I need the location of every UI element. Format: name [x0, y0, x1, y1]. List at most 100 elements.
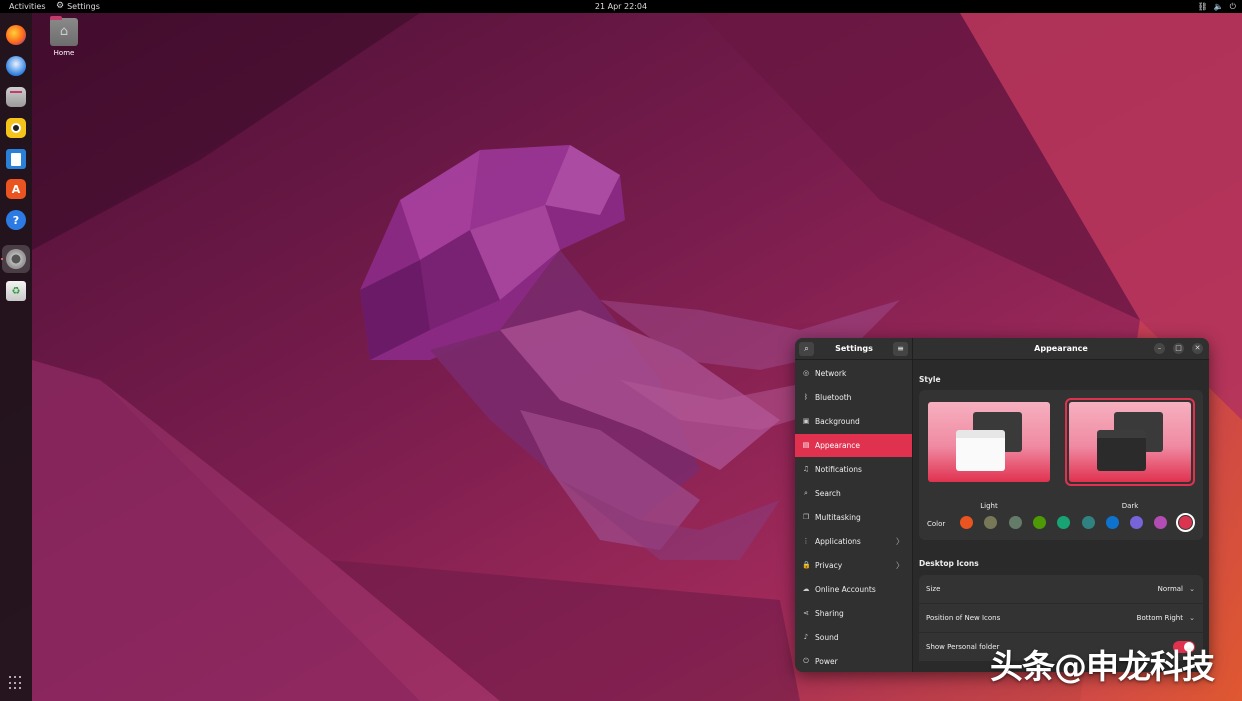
search-button[interactable]: ⌕ — [799, 342, 814, 356]
accent-swatch[interactable] — [984, 516, 998, 529]
settings-sidebar: ⌕ Settings ≡ ◎ Network ᛒ Bluetooth ▣ Backgr… — [795, 338, 913, 672]
rhythmbox-icon[interactable] — [6, 118, 26, 138]
sidebar-header: ⌕ Settings ≡ — [795, 338, 912, 360]
maximize-button[interactable]: □ — [1173, 343, 1184, 354]
writer-icon[interactable] — [6, 149, 26, 169]
sidebar-item-network[interactable]: ◎ Network — [795, 362, 912, 385]
style-section-title: Style — [919, 375, 941, 384]
close-icon: ✕ — [1194, 344, 1201, 352]
software-icon[interactable]: A — [6, 179, 26, 199]
minimize-icon: – — [1157, 344, 1162, 352]
dock: A ? ♻ — [0, 13, 32, 701]
app-menu-label: Settings — [67, 2, 100, 11]
trash-icon[interactable]: ♻ — [6, 281, 26, 301]
sidebar-item-bluetooth[interactable]: ᛒ Bluetooth — [795, 386, 912, 409]
style-dark-preview — [1069, 402, 1191, 482]
sidebar-item-label: Power — [815, 657, 838, 666]
desktop-icons-section-title: Desktop Icons — [919, 559, 979, 568]
sidebar-item-label: Search — [815, 489, 841, 498]
style-dark-option[interactable]: Dark — [1065, 398, 1195, 510]
row-label: Position of New Icons — [926, 614, 1001, 622]
sidebar-item-search[interactable]: ⌕ Search — [795, 482, 912, 505]
sidebar-item-privacy[interactable]: 🔒 Privacy 〉 — [795, 554, 912, 577]
appearance-icon: ▤ — [802, 441, 810, 449]
sidebar-item-label: Online Accounts — [815, 585, 876, 594]
system-tray[interactable]: ⛓ 🔈 ⏻ — [1198, 0, 1236, 13]
sidebar-item-sharing[interactable]: ⋖ Sharing — [795, 602, 912, 625]
accent-swatch[interactable] — [1154, 516, 1168, 529]
sidebar-item-label: Sound — [815, 633, 839, 642]
sidebar-item-label: Applications — [815, 537, 861, 546]
app-menu[interactable]: ⚙ Settings — [56, 0, 100, 13]
panel-header: Appearance – □ ✕ — [913, 338, 1209, 360]
apps-icon: ⋮ — [802, 537, 810, 545]
accent-swatch[interactable] — [1057, 516, 1071, 529]
minimize-button[interactable]: – — [1154, 343, 1165, 354]
search-icon: ⌕ — [804, 344, 809, 353]
clock[interactable]: 21 Apr 22:04 — [595, 2, 647, 11]
row-label: Size — [926, 585, 941, 593]
hamburger-icon: ≡ — [897, 344, 904, 353]
lock-icon: 🔒 — [802, 561, 811, 569]
sidebar-item-label: Privacy — [815, 561, 843, 570]
menu-button[interactable]: ≡ — [893, 342, 908, 356]
top-bar: Activities ⚙ Settings 21 Apr 22:04 ⛓ 🔈 ⏻ — [0, 0, 1242, 13]
files-icon[interactable] — [6, 87, 26, 107]
style-light-preview — [928, 402, 1050, 482]
firefox-icon[interactable] — [6, 25, 26, 45]
grid-icon[interactable] — [9, 676, 23, 690]
music-icon: ♪ — [803, 633, 809, 641]
style-light-option[interactable]: Light — [924, 398, 1050, 510]
sidebar-item-label: Background — [815, 417, 860, 426]
accent-swatch[interactable] — [1130, 516, 1144, 529]
sidebar-item-online-accounts[interactable]: ☁ Online Accounts — [795, 578, 912, 601]
icon-size-row[interactable]: Size Normal ⌄ — [919, 575, 1203, 603]
sidebar-item-label: Bluetooth — [815, 393, 852, 402]
activities-button[interactable]: Activities — [9, 0, 46, 13]
sidebar-item-notifications[interactable]: ♫ Notifications — [795, 458, 912, 481]
gear-icon: ⚙ — [56, 1, 65, 11]
maximize-icon: □ — [1175, 344, 1182, 352]
search-icon: ⌕ — [804, 489, 808, 497]
sidebar-item-applications[interactable]: ⋮ Applications 〉 — [795, 530, 912, 553]
thunderbird-icon[interactable] — [6, 56, 26, 76]
volume-icon: 🔈 — [1213, 2, 1224, 11]
desktop-home-label: Home — [53, 49, 75, 57]
sidebar-item-sound[interactable]: ♪ Sound — [795, 626, 912, 649]
sidebar-item-background[interactable]: ▣ Background — [795, 410, 912, 433]
accent-swatch[interactable] — [1105, 516, 1119, 529]
desktop-home-folder[interactable]: ⌂ Home — [44, 16, 84, 57]
sidebar-item-power[interactable]: ⏻ Power — [795, 650, 912, 672]
sidebar-item-label: Appearance — [815, 441, 861, 450]
accent-swatch[interactable] — [1178, 516, 1192, 529]
settings-icon[interactable] — [6, 249, 26, 269]
accent-swatch[interactable] — [1032, 516, 1046, 529]
sidebar-item-label: Sharing — [815, 609, 844, 618]
accent-swatch[interactable] — [960, 516, 973, 529]
close-button[interactable]: ✕ — [1192, 343, 1203, 354]
accent-swatch[interactable] — [1008, 516, 1022, 529]
folder-icon: ⌂ — [50, 16, 78, 46]
style-card: Light Dark Color — [919, 390, 1203, 540]
new-icon-position-value: Bottom Right — [1136, 614, 1183, 622]
help-icon[interactable]: ? — [6, 210, 26, 230]
sidebar-item-multitasking[interactable]: ❐ Multitasking — [795, 506, 912, 529]
accent-swatch[interactable] — [1081, 516, 1095, 529]
sidebar-item-label: Network — [815, 369, 847, 378]
row-label: Show Personal folder — [926, 643, 1000, 651]
sidebar-item-label: Notifications — [815, 465, 862, 474]
multitasking-icon: ❐ — [802, 513, 810, 521]
preview-front-window — [1097, 430, 1146, 471]
color-label: Color — [927, 520, 946, 528]
cloud-icon: ☁ — [802, 585, 810, 593]
share-icon: ⋖ — [803, 609, 809, 617]
sidebar-item-appearance[interactable]: ▤ Appearance — [795, 434, 912, 457]
style-light-label: Light — [980, 502, 998, 510]
sidebar-item-label: Multitasking — [815, 513, 861, 522]
settings-window: ⌕ Settings ≡ ◎ Network ᛒ Bluetooth ▣ Backgr… — [795, 338, 1209, 672]
new-icon-position-row[interactable]: Position of New Icons Bottom Right ⌄ — [919, 604, 1203, 632]
running-indicator — [1, 258, 3, 260]
home-icon: ⌂ — [59, 24, 69, 39]
appearance-panel: Appearance – □ ✕ Style Light Dark Color … — [913, 338, 1209, 672]
network-icon: ⛓ — [1197, 2, 1208, 11]
